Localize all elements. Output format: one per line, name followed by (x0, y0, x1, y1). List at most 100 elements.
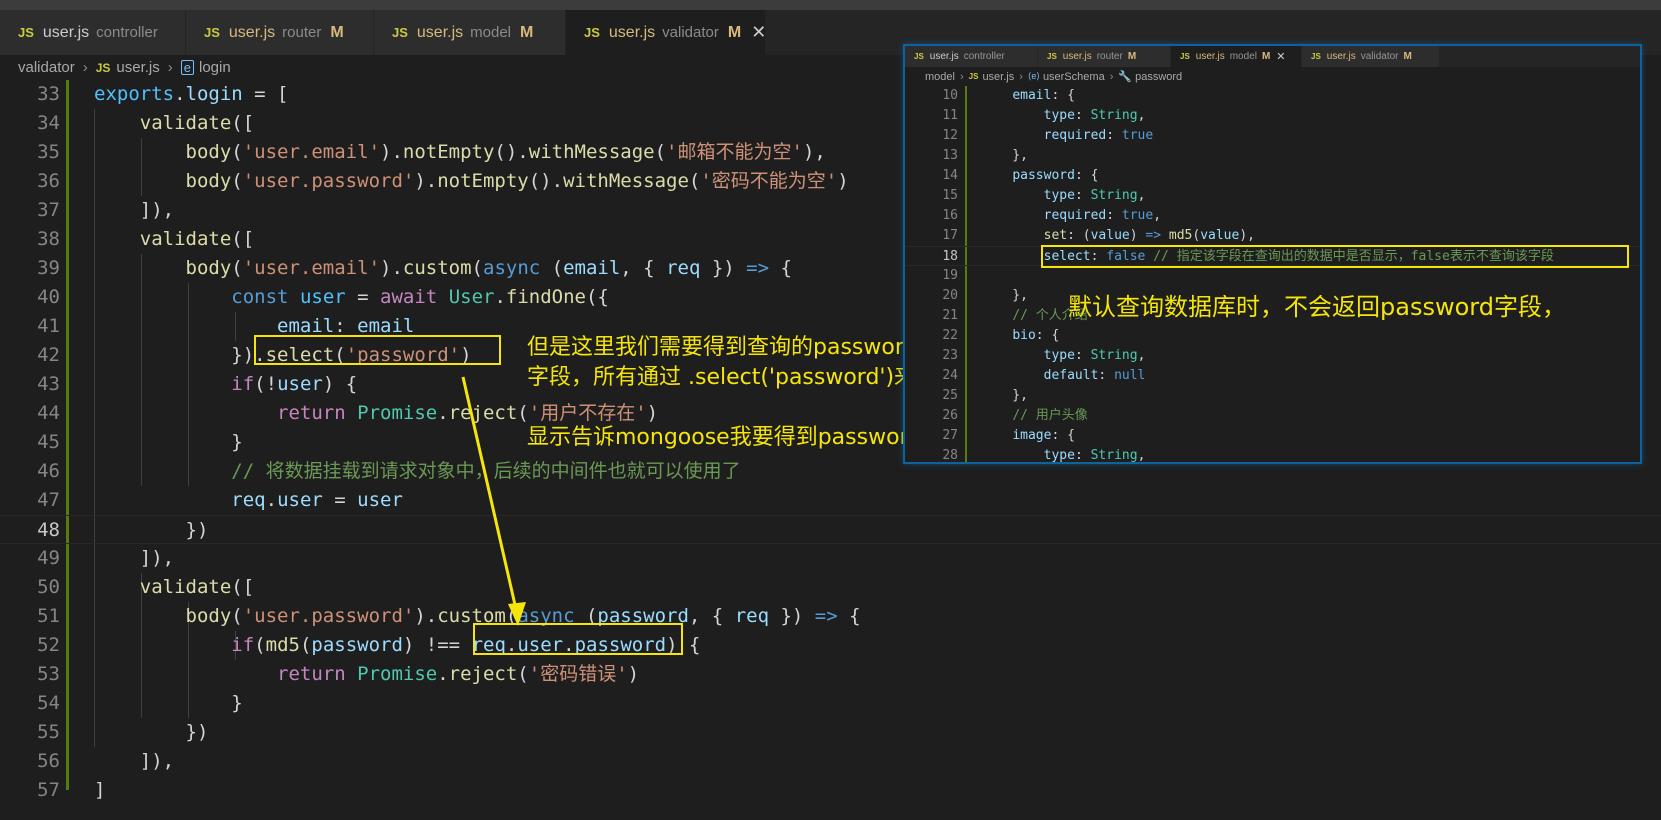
code-line: 19 (905, 266, 1640, 286)
close-icon[interactable]: ✕ (751, 22, 766, 43)
line-number: 43 (37, 373, 60, 395)
line-number: 55 (37, 721, 60, 743)
line-number: 49 (37, 547, 60, 569)
line-number: 52 (37, 634, 60, 656)
code-line: 13 }, (905, 146, 1640, 166)
line-number: 16 (942, 208, 958, 223)
symbol-field-icon: ⟨e⟩ (1027, 71, 1040, 81)
tab-file-name: user.js (1195, 51, 1225, 62)
tab-user-js-controller[interactable]: JS user.js controller (0, 10, 186, 55)
line-number: 13 (942, 148, 958, 163)
tab-file-name: user.js (42, 23, 90, 41)
code-line: 15 type: String, (905, 186, 1640, 206)
tab-file-name: user.js (1062, 51, 1092, 62)
code-line: 12 required: true (905, 126, 1640, 146)
code-line: 49 ]), (0, 544, 1661, 573)
tab-file-name: user.js (608, 23, 656, 41)
line-number: 45 (37, 431, 60, 453)
line-number: 28 (942, 448, 958, 463)
breadcrumb-symbol[interactable]: login (199, 59, 231, 76)
breadcrumb-file[interactable]: user.js (982, 71, 1014, 83)
select-password-highlight (254, 335, 501, 365)
tab-file-name: user.js (929, 51, 959, 62)
modified-badge: M (727, 23, 742, 41)
breadcrumb-folder[interactable]: validator (18, 59, 75, 76)
js-file-icon: JS (968, 72, 979, 81)
code-line: 25 }, (905, 386, 1640, 406)
code-line: 23 type: String, (905, 346, 1640, 366)
line-number: 36 (37, 170, 60, 192)
line-number: 37 (37, 199, 60, 221)
annotation-model-note: 默认查询数据库时，不会返回password字段， (1068, 293, 1566, 321)
tab-folder-label: validator (1360, 51, 1399, 62)
js-file-icon: JS (204, 25, 220, 40)
tab-user-js-validator[interactable]: JS user.js validator M ✕ (566, 10, 766, 55)
code-line: 47 req.user = user (0, 486, 1661, 515)
modified-badge: M (1127, 51, 1137, 62)
peek-breadcrumb: model › JS user.js › ⟨e⟩ userSchema › 🔧 … (905, 67, 1640, 86)
peek-tab-controller[interactable]: JS user.js controller (905, 46, 1038, 67)
code-line: 54 } (0, 689, 1661, 718)
line-number: 22 (942, 328, 958, 343)
line-number: 33 (37, 83, 60, 105)
peek-model-window[interactable]: JS user.js controller JS user.js router … (903, 44, 1642, 464)
line-number: 48 (37, 519, 60, 541)
breadcrumb-file[interactable]: user.js (116, 59, 159, 76)
code-line: 10 email: { (905, 86, 1640, 106)
peek-tab-validator[interactable]: JS user.js validator M (1302, 46, 1440, 67)
wrench-icon: 🔧 (1118, 71, 1133, 83)
code-line: 52 if(md5(password) !== req.user.passwor… (0, 631, 1661, 660)
tab-folder-label: controller (963, 51, 1005, 62)
chevron-right-icon: › (959, 70, 964, 83)
peek-tab-bar: JS user.js controller JS user.js router … (905, 46, 1640, 67)
line-number: 26 (942, 408, 958, 423)
line-number: 57 (37, 779, 60, 801)
js-file-icon: JS (1180, 52, 1190, 61)
chevron-right-icon: › (167, 59, 173, 76)
tab-user-js-router[interactable]: JS user.js router M (186, 10, 374, 55)
peek-tab-model[interactable]: JS user.js model M ✕ (1171, 46, 1302, 67)
line-number: 56 (37, 750, 60, 772)
line-number: 53 (37, 663, 60, 685)
code-line: 22 bio: { (905, 326, 1640, 346)
line-number: 27 (942, 428, 958, 443)
annotation-select-line-3: 显示告诉mongoose我要得到password字段 (527, 425, 967, 450)
line-number: 23 (942, 348, 958, 363)
code-line: 26 // 用户头像 (905, 406, 1640, 426)
select-false-highlight (1041, 245, 1629, 268)
line-number: 21 (942, 308, 958, 323)
line-number: 42 (37, 344, 60, 366)
tab-user-js-model[interactable]: JS user.js model M (374, 10, 566, 55)
line-number: 38 (37, 228, 60, 250)
breadcrumb-folder[interactable]: model (925, 71, 955, 83)
symbol-field-icon: e (180, 60, 194, 75)
title-strip (0, 0, 1661, 10)
line-number: 18 (942, 249, 958, 264)
tab-file-name: user.js (416, 23, 464, 41)
line-number: 40 (37, 286, 60, 308)
line-number: 25 (942, 388, 958, 403)
code-line-current: 48 }) (0, 515, 1661, 544)
modified-badge: M (1261, 51, 1271, 62)
breadcrumb-field[interactable]: password (1135, 71, 1182, 83)
line-number: 11 (942, 108, 958, 123)
peek-tab-router[interactable]: JS user.js router M (1038, 46, 1171, 67)
tab-folder-label: router (282, 24, 322, 41)
js-file-icon: JS (1047, 52, 1057, 61)
line-number: 20 (942, 288, 958, 303)
js-file-icon: JS (392, 25, 408, 40)
line-number: 15 (942, 188, 958, 203)
code-line: 27 image: { (905, 426, 1640, 446)
tab-folder-label: controller (96, 24, 158, 41)
code-line: 11 type: String, (905, 106, 1640, 126)
annotation-select-line-2: 字段，所有通过 .select('password')来 (527, 365, 917, 390)
line-number: 47 (37, 489, 60, 511)
tab-folder-label: validator (662, 24, 719, 41)
tab-file-name: user.js (1326, 51, 1356, 62)
close-icon[interactable]: ✕ (1276, 50, 1285, 63)
code-line: 17 set: (value) => md5(value), (905, 226, 1640, 246)
line-number: 39 (37, 257, 60, 279)
breadcrumb-schema[interactable]: userSchema (1043, 71, 1105, 83)
code-line: 51 body('user.password').custom(async (p… (0, 602, 1661, 631)
peek-code-area[interactable]: 10 email: { 11 type: String, 12 required… (905, 86, 1640, 463)
